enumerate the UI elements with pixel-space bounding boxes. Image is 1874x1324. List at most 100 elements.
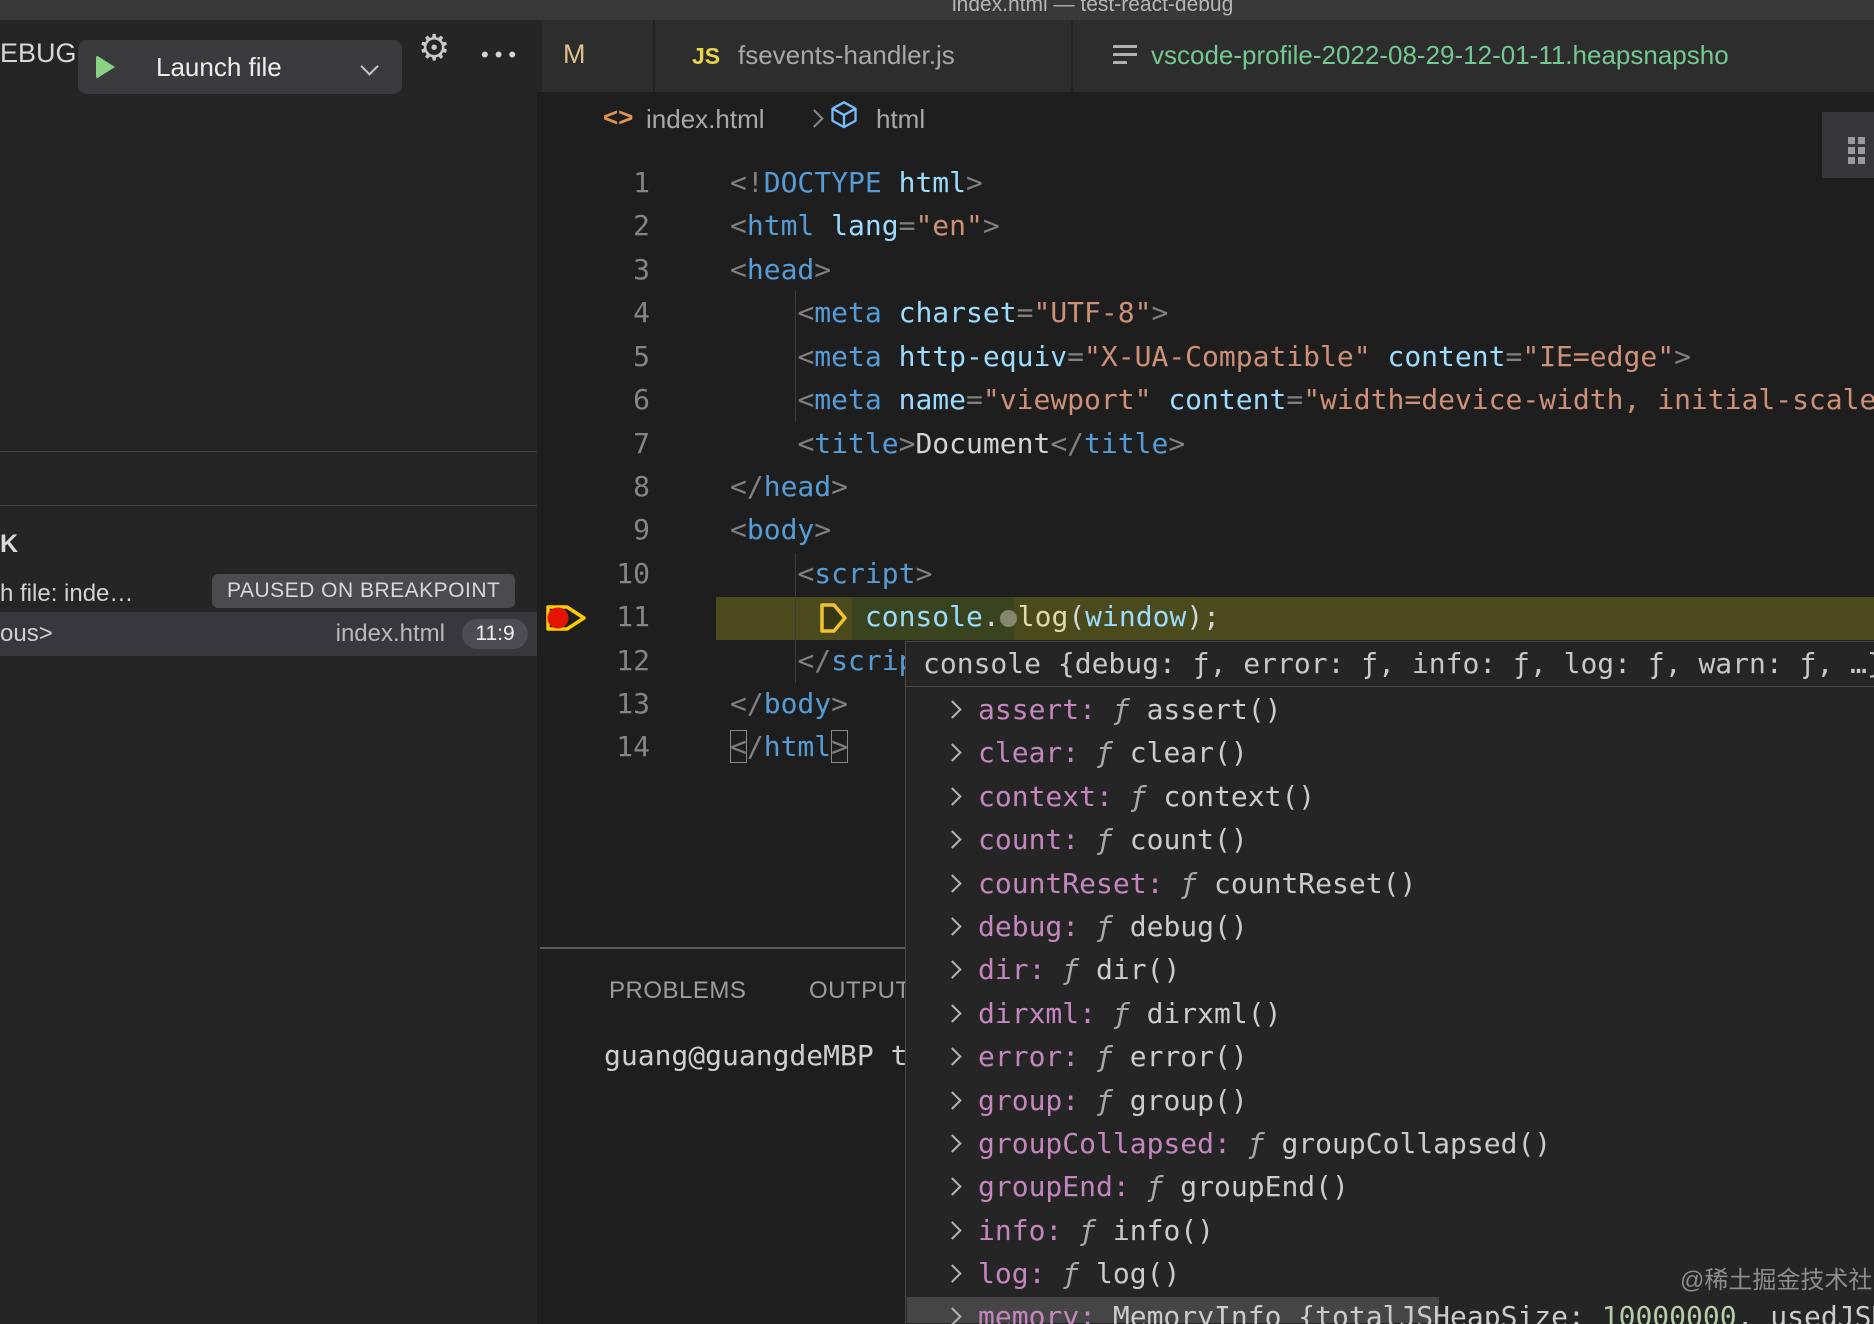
chevron-expand-icon[interactable] [943,830,961,848]
chevron-expand-icon[interactable] [943,1308,961,1324]
debug-hover-popup: console {debug: ƒ, error: ƒ, info: ƒ, lo… [905,641,1874,1324]
chevron-expand-icon[interactable] [943,1047,961,1065]
code-line[interactable]: 3<head> [540,248,1874,291]
popup-property-row[interactable]: error: ƒ error() [906,1035,1874,1078]
call-stack-frame-row[interactable]: ous> index.html 11:9 [0,612,537,656]
popup-property-row[interactable]: groupCollapsed: ƒ groupCollapsed() [906,1122,1874,1165]
inline-breakpoint-icon[interactable] [818,601,849,635]
run-and-debug-label: EBUG [0,38,77,69]
property-name: countReset: [978,867,1180,900]
line-number[interactable]: 7 [540,422,650,465]
popup-property-row[interactable]: group: ƒ group() [906,1079,1874,1122]
line-number[interactable]: 10 [540,552,650,595]
panel-tab-output[interactable]: OUTPUT [809,977,911,1005]
stack-frame-position-badge: 11:9 [462,619,528,649]
editor-drag-handle[interactable] [1822,112,1874,178]
property-name: dir: [978,953,1062,986]
watermark: @稀土掘金技术社区 [1680,1260,1874,1295]
more-actions-icon[interactable]: ••• [481,42,522,68]
gear-icon[interactable]: ⚙ [418,28,450,69]
launch-config-label: Launch file [156,52,282,83]
tab-modified-file[interactable]: M [542,20,653,92]
popup-property-row[interactable]: assert: ƒ assert() [906,688,1874,731]
code-line[interactable]: 6 <meta name="viewport" content="width=d… [540,378,1874,421]
chevron-expand-icon[interactable] [943,874,961,892]
chevron-expand-icon[interactable] [943,961,961,979]
call-stack-session-label[interactable]: h file: inde… [0,580,133,608]
start-debug-icon[interactable] [96,55,115,79]
popup-property-row[interactable]: groupEnd: ƒ groupEnd() [906,1165,1874,1208]
code-line[interactable]: 5 <meta http-equiv="X-UA-Compatible" con… [540,335,1874,378]
chevron-expand-icon[interactable] [943,744,961,762]
line-number[interactable]: 5 [540,335,650,378]
popup-property-row[interactable]: countReset: ƒ countReset() [906,862,1874,905]
list-icon [1113,45,1137,67]
terminal-prompt[interactable]: guang@guangdeMBP t [604,1039,907,1072]
line-number[interactable]: 13 [540,682,650,725]
line-number[interactable]: 12 [540,639,650,682]
code-line[interactable]: 10 <script> [540,552,1874,595]
chevron-expand-icon[interactable] [943,917,961,935]
popup-property-row[interactable]: dir: ƒ dir() [906,948,1874,991]
breadcrumb-file[interactable]: index.html [646,104,765,135]
title-bar: index.html — test-react-debug [0,0,1874,20]
property-name: groupEnd: [978,1170,1147,1203]
line-number[interactable]: 6 [540,378,650,421]
tab-fsevents-handler[interactable]: JS fsevents-handler.js [655,20,1071,92]
property-name: debug: [978,910,1096,943]
chevron-expand-icon[interactable] [943,1004,961,1022]
section-divider [0,451,537,452]
property-name: group: [978,1084,1096,1117]
code-line[interactable]: 11 console.log(window); [540,595,1874,638]
code-text: <meta name="viewport" content="width=dev… [650,378,1874,421]
code-file-icon: <> [603,102,633,133]
popup-property-row[interactable]: memory: MemoryInfo {totalJSHeapSize: 100… [906,1295,1874,1324]
line-number[interactable]: 3 [540,248,650,291]
code-line[interactable]: 7 <title>Document</title> [540,422,1874,465]
call-stack-section-header[interactable]: K [0,530,18,559]
tab-label: vscode-profile-2022-08-29-12-01-11.heaps… [1151,40,1729,71]
launch-config-dropdown[interactable]: Launch file [78,40,402,94]
chevron-expand-icon[interactable] [943,700,961,718]
chevron-right-icon [805,109,823,127]
popup-property-row[interactable]: context: ƒ context() [906,775,1874,818]
popup-divider [906,686,1874,687]
chevron-expand-icon[interactable] [943,1091,961,1109]
property-name: error: [978,1040,1096,1073]
paused-breakpoint-icon[interactable] [543,599,589,637]
popup-property-row[interactable]: clear: ƒ clear() [906,731,1874,774]
line-number[interactable]: 14 [540,725,650,768]
popup-property-row[interactable]: dirxml: ƒ dirxml() [906,992,1874,1035]
chevron-expand-icon[interactable] [943,787,961,805]
popup-property-row[interactable]: debug: ƒ debug() [906,905,1874,948]
code-line[interactable]: 4 <meta charset="UTF-8"> [540,291,1874,334]
code-line[interactable]: 2<html lang="en"> [540,204,1874,247]
tab-heapsnapshot[interactable]: vscode-profile-2022-08-29-12-01-11.heaps… [1073,20,1874,92]
chevron-expand-icon[interactable] [943,1264,961,1282]
panel-tab-problems[interactable]: PROBLEMS [609,977,746,1005]
code-line[interactable]: 8</head> [540,465,1874,508]
chevron-expand-icon[interactable] [943,1134,961,1152]
popup-value-header[interactable]: console {debug: ƒ, error: ƒ, info: ƒ, lo… [923,642,1874,685]
section-divider [0,505,537,506]
code-line[interactable]: 1<!DOCTYPE html> [540,161,1874,204]
debug-sidebar: K h file: inde… PAUSED ON BREAKPOINT ous… [0,92,537,1324]
line-number[interactable]: 8 [540,465,650,508]
line-number[interactable]: 9 [540,508,650,551]
stack-frame-file: index.html [336,620,445,648]
chevron-expand-icon[interactable] [943,1221,961,1239]
code-line[interactable]: 9<body> [540,508,1874,551]
paused-on-breakpoint-badge: PAUSED ON BREAKPOINT [212,574,515,608]
popup-property-row[interactable]: count: ƒ count() [906,818,1874,861]
breadcrumb-node[interactable]: html [876,104,925,135]
popup-property-row[interactable]: info: ƒ info() [906,1209,1874,1252]
git-modified-badge: M [563,39,586,70]
chevron-expand-icon[interactable] [943,1178,961,1196]
line-number[interactable]: 2 [540,204,650,247]
line-number[interactable]: 1 [540,161,650,204]
line-number[interactable]: 4 [540,291,650,334]
property-name: memory: [978,1300,1113,1324]
panel-divider[interactable] [540,947,905,949]
code-text: <html lang="en"> [650,204,1000,247]
column-breakpoint-dot-icon[interactable] [1000,610,1017,627]
